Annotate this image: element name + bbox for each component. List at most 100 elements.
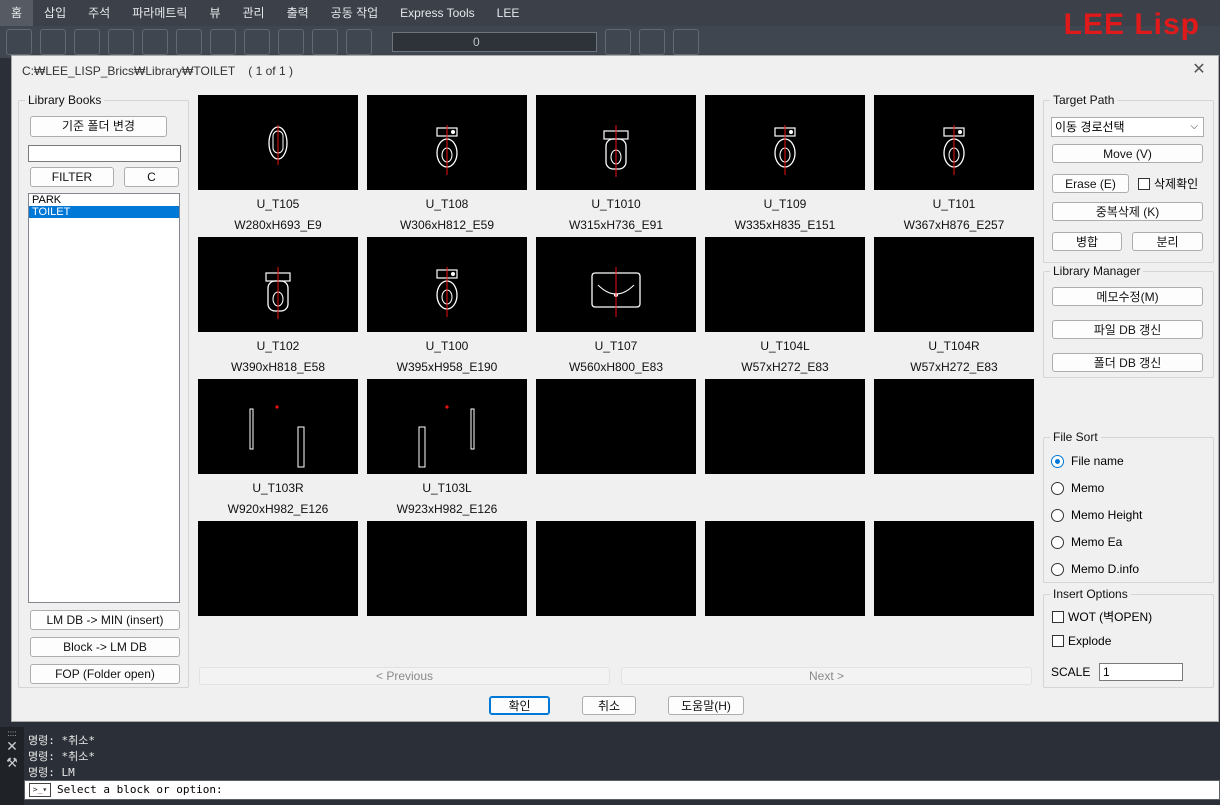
block-thumbnail[interactable] <box>874 521 1034 616</box>
dedupe-button[interactable]: 중복삭제 (K) <box>1052 202 1203 221</box>
block-thumbnail[interactable] <box>367 237 527 332</box>
group-tool-icon[interactable] <box>673 29 699 55</box>
block-thumbnail[interactable] <box>198 237 358 332</box>
block-name: U_T105 <box>256 197 300 211</box>
library-list-item[interactable]: PARK <box>29 194 179 206</box>
help-button[interactable]: 도움말(H) <box>668 696 744 715</box>
ribbon-tab[interactable]: LEE <box>486 0 531 26</box>
sort-radio[interactable]: Memo Height <box>1051 508 1142 522</box>
library-list-item[interactable]: TOILET <box>29 206 179 218</box>
block-thumbnail[interactable] <box>705 237 865 332</box>
cancel-button[interactable]: 취소 <box>582 696 636 715</box>
block-tool-icon[interactable] <box>605 29 631 55</box>
erase-button[interactable]: Erase (E) <box>1052 174 1129 193</box>
radio-dot <box>1051 508 1064 522</box>
block-thumbnail[interactable] <box>874 237 1034 332</box>
block-thumbnail[interactable] <box>705 379 865 474</box>
ribbon-tab[interactable]: 출력 <box>276 0 320 26</box>
move-button[interactable]: Move (V) <box>1052 144 1203 163</box>
next-button[interactable]: Next > <box>621 667 1032 685</box>
target-path-label: Target Path <box>1050 93 1118 107</box>
sort-radio[interactable]: File name <box>1051 454 1124 468</box>
file-db-refresh-button[interactable]: 파일 DB 갱신 <box>1052 320 1203 339</box>
command-area: :::: ✕ ⚒ 명령: *취소* 명령: *취소* 명령: LM >_▾ Se… <box>0 727 1220 805</box>
ribbon-tab[interactable]: 홈 <box>0 0 34 26</box>
ok-button[interactable]: 확인 <box>489 696 550 715</box>
ribbon-tab[interactable]: 주석 <box>77 0 121 26</box>
block-thumbnail[interactable] <box>705 95 865 190</box>
block-thumbnail[interactable] <box>536 521 696 616</box>
command-prompt: Select a block or option: <box>57 783 223 796</box>
block-thumbnail[interactable] <box>536 379 696 474</box>
rotate-tool-icon[interactable] <box>210 29 236 55</box>
block-preview-drawing <box>874 237 1034 332</box>
close-icon[interactable]: ✕ <box>0 738 24 755</box>
block-to-lm-button[interactable]: Block -> LM DB <box>30 637 180 657</box>
block-size: W335xH835_E151 <box>734 218 836 232</box>
sort-radio[interactable]: Memo <box>1051 481 1104 495</box>
block-thumbnail[interactable] <box>198 95 358 190</box>
ribbon-tab[interactable]: 관리 <box>231 0 275 26</box>
ribbon-tab[interactable]: 뷰 <box>198 0 231 26</box>
block-thumbnail[interactable] <box>536 237 696 332</box>
clear-filter-button[interactable]: C <box>124 167 179 187</box>
delete-confirm-label: 삭제확인 <box>1154 177 1199 191</box>
block-thumbnail[interactable] <box>367 521 527 616</box>
block-name: U_T1010 <box>591 197 641 211</box>
block-thumbnail[interactable] <box>536 95 696 190</box>
filter-input[interactable] <box>28 145 181 162</box>
filter-button[interactable]: FILTER <box>30 167 114 187</box>
change-folder-button[interactable]: 기준 폴더 변경 <box>30 116 167 137</box>
ribbon-tab[interactable]: 삽입 <box>33 0 77 26</box>
move-tool-icon[interactable] <box>176 29 202 55</box>
circle-tool-icon[interactable] <box>74 29 100 55</box>
block-thumbnail[interactable] <box>705 521 865 616</box>
block-thumbnail[interactable] <box>367 95 527 190</box>
block-thumbnail[interactable] <box>198 521 358 616</box>
ribbon-tab[interactable]: 파라메트릭 <box>121 0 198 26</box>
block-thumbnail[interactable] <box>367 379 527 474</box>
layer-tool-icon[interactable] <box>346 29 372 55</box>
split-button[interactable]: 분리 <box>1132 232 1203 251</box>
folder-db-refresh-button[interactable]: 폴더 DB 갱신 <box>1052 353 1203 372</box>
block-thumbnail[interactable] <box>874 95 1034 190</box>
line-tool-icon[interactable] <box>6 29 32 55</box>
lm-to-min-button[interactable]: LM DB -> MIN (insert) <box>30 610 180 630</box>
block-preview-drawing <box>591 267 641 317</box>
layer-combo[interactable]: 0 <box>392 32 597 52</box>
ribbon-tab[interactable]: Express Tools <box>389 0 485 26</box>
block-name: U_T104R <box>928 339 980 353</box>
folder-open-button[interactable]: FOP (Folder open) <box>30 664 180 684</box>
target-path-value: 이동 경로선택 <box>1055 120 1125 134</box>
previous-button[interactable]: < Previous <box>199 667 610 685</box>
ribbon-tab[interactable]: 공동 작업 <box>320 0 390 26</box>
polyline-tool-icon[interactable] <box>40 29 66 55</box>
rectangle-tool-icon[interactable] <box>142 29 168 55</box>
sort-radio[interactable]: Memo D.info <box>1051 562 1139 576</box>
target-path-select[interactable]: 이동 경로선택 ⌵ <box>1051 117 1204 137</box>
grip-icon[interactable]: :::: <box>0 729 24 738</box>
library-manager-label: Library Manager <box>1050 264 1144 278</box>
scale-input[interactable]: 1 <box>1099 663 1183 681</box>
text-tool-icon[interactable] <box>278 29 304 55</box>
dialog-title: C:₩LEE_LISP_Brics₩Library₩TOILET ( 1 of … <box>22 64 293 78</box>
wrench-icon[interactable]: ⚒ <box>0 755 24 771</box>
close-icon[interactable]: ✕ <box>1190 61 1208 79</box>
arc-tool-icon[interactable] <box>108 29 134 55</box>
wot-checkbox[interactable]: WOT (벽OPEN) <box>1052 608 1152 625</box>
library-list[interactable]: PARK TOILET <box>28 193 180 603</box>
command-input[interactable]: >_▾ Select a block or option: <box>24 780 1220 800</box>
memo-edit-button[interactable]: 메모수정(M) <box>1052 287 1203 306</box>
block-thumbnail[interactable] <box>874 379 1034 474</box>
block-thumbnail[interactable] <box>198 379 358 474</box>
trim-tool-icon[interactable] <box>244 29 270 55</box>
explode-checkbox[interactable]: Explode <box>1052 634 1111 648</box>
block-preview-drawing <box>705 237 865 332</box>
sort-radio[interactable]: Memo Ea <box>1051 535 1122 549</box>
properties-tool-icon[interactable] <box>639 29 665 55</box>
merge-button[interactable]: 병합 <box>1052 232 1122 251</box>
delete-confirm-checkbox[interactable]: 삭제확인 <box>1138 175 1198 192</box>
dimension-tool-icon[interactable] <box>312 29 338 55</box>
command-history-line: 명령: LM <box>28 766 75 779</box>
chevron-down-icon: ⌵ <box>1190 121 1198 132</box>
